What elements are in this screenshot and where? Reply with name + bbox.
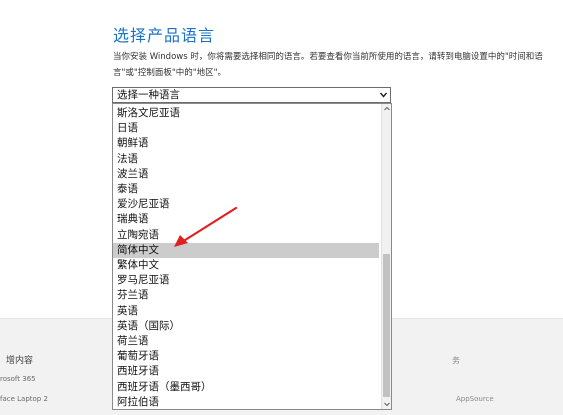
footer-right-title: 务 xyxy=(452,356,460,365)
language-option[interactable]: 英语（国际） xyxy=(117,319,379,334)
page-title: 选择产品语言 xyxy=(113,26,216,45)
language-option[interactable]: 阿拉伯语 xyxy=(117,395,379,409)
language-option[interactable]: 爱沙尼亚语 xyxy=(117,197,379,212)
language-option[interactable]: 泰语 xyxy=(117,182,379,197)
language-option[interactable]: 罗马尼亚语 xyxy=(117,273,379,288)
language-option[interactable]: 斯洛文尼亚语 xyxy=(117,106,379,121)
language-option[interactable]: 葡萄牙语 xyxy=(117,349,379,364)
footer-section-title: 增内容 xyxy=(6,356,34,366)
language-option[interactable]: 日语 xyxy=(117,121,379,136)
language-option[interactable]: 西班牙语 xyxy=(117,364,379,379)
language-option[interactable]: 芬兰语 xyxy=(117,288,379,303)
language-option[interactable]: 瑞典语 xyxy=(117,212,379,227)
scroll-up-icon[interactable] xyxy=(382,104,392,114)
language-option[interactable]: 荷兰语 xyxy=(117,334,379,349)
language-options-list[interactable]: 斯洛文尼亚语 日语 朝鲜语 法语 波兰语 泰语 爱沙尼亚语 瑞典语 立陶宛语 简体中文 繁体中文 罗马… xyxy=(112,103,392,410)
footer-link-microsoft-365[interactable]: rosoft 365 xyxy=(0,375,36,383)
scroll-down-icon[interactable] xyxy=(382,399,392,409)
language-option[interactable]: 简体中文 xyxy=(113,242,379,258)
language-select[interactable]: 选择一种语言 xyxy=(112,87,391,103)
scrollbar-thumb[interactable] xyxy=(383,254,390,397)
chevron-down-icon xyxy=(380,92,387,98)
language-option[interactable]: 西班牙语（墨西哥） xyxy=(117,380,379,395)
language-option[interactable]: 波兰语 xyxy=(117,167,379,182)
language-option[interactable]: 英语 xyxy=(117,304,379,319)
description-text: 当你安装 Windows 时，你将需要选择相同的语言。若要查看你当前所使用的语言… xyxy=(113,52,543,78)
footer-link-appsource[interactable]: AppSource xyxy=(456,395,494,403)
language-option[interactable]: 法语 xyxy=(117,152,379,167)
language-option[interactable]: 朝鲜语 xyxy=(117,136,379,151)
language-option[interactable]: 繁体中文 xyxy=(117,258,379,273)
language-option[interactable]: 立陶宛语 xyxy=(117,228,379,243)
language-select-value: 选择一种语言 xyxy=(117,89,180,101)
red-arrow-icon xyxy=(174,206,238,247)
footer-link-surface-laptop[interactable]: face Laptop 2 xyxy=(0,395,48,403)
scrollbar[interactable] xyxy=(381,104,391,409)
